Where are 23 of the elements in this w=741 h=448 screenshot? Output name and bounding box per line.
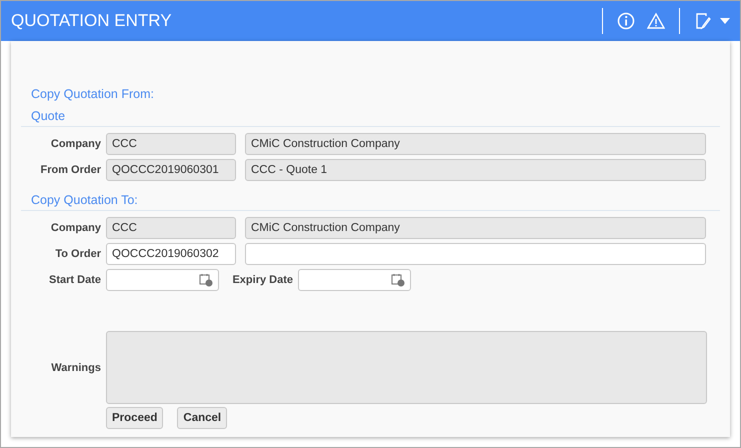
field-label: To Order	[54, 248, 102, 260]
field-label: Company	[50, 138, 102, 150]
section-heading: Copy Quotation From:	[30, 87, 155, 101]
field-label: Expiry Date	[231, 274, 294, 286]
date-field[interactable]	[106, 269, 219, 291]
field-label: Start Date	[48, 274, 102, 286]
warning-icon[interactable]	[647, 12, 665, 30]
section-heading: Copy Quotation To:	[30, 193, 139, 207]
field-label: Warnings	[50, 362, 102, 374]
date-field[interactable]	[298, 269, 411, 291]
calendar-icon[interactable]	[391, 273, 405, 287]
cancel-button[interactable]: Cancel	[177, 407, 228, 429]
proceed-button[interactable]: Proceed	[106, 407, 164, 429]
info-icon[interactable]	[617, 12, 635, 30]
edit-icon[interactable]	[694, 12, 712, 30]
code-field[interactable]: QOCCC2019060302	[106, 243, 236, 265]
calendar-icon[interactable]	[199, 273, 213, 287]
section-heading: Quote	[30, 109, 66, 123]
field-label: Company	[50, 222, 102, 234]
name-field[interactable]	[245, 243, 706, 265]
dropdown-caret-icon[interactable]	[720, 18, 730, 24]
field-label: From Order	[39, 164, 102, 176]
window-title: QUOTATION ENTRY	[11, 11, 173, 31]
